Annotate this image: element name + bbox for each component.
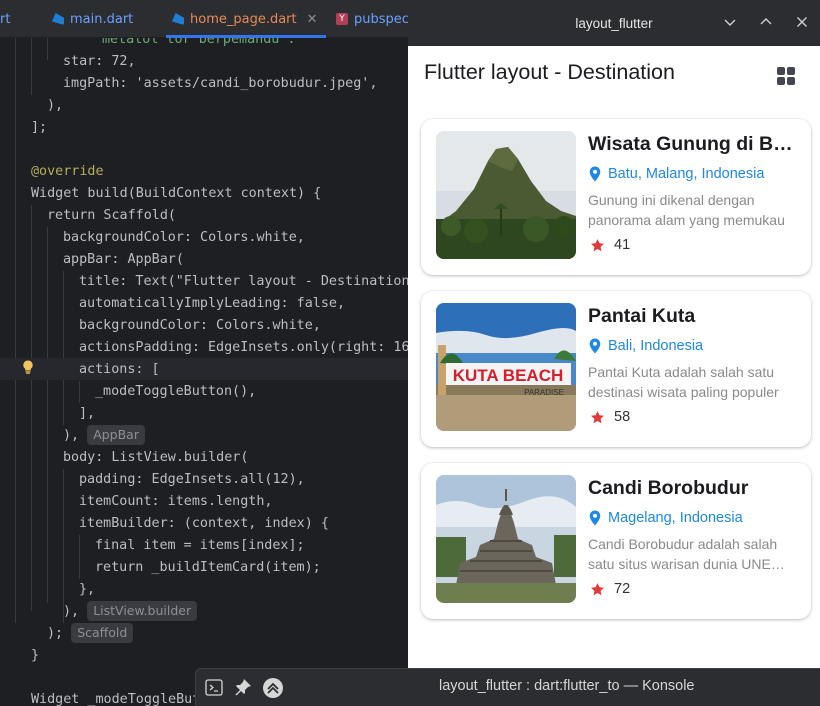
destination-image xyxy=(436,131,576,259)
destination-image: KUTA BEACH PARADISE xyxy=(436,303,576,431)
app-window: layout_flutter Flutter layout - Destinat… xyxy=(408,0,820,668)
code-line: padding: EdgeInsets.all(12), xyxy=(79,472,305,487)
inlay-hint: AppBar xyxy=(87,425,145,445)
pin-icon[interactable] xyxy=(233,677,255,699)
destination-location: Batu, Malang, Indonesia xyxy=(588,166,764,182)
indent-guide xyxy=(79,535,80,579)
tab-label: main.dart xyxy=(70,11,134,27)
code-line: body: ListView.builder( xyxy=(63,450,249,465)
close-icon[interactable]: ✕ xyxy=(307,12,318,27)
destination-location: Magelang, Indonesia xyxy=(588,510,743,526)
tab-label: pubspec xyxy=(354,11,409,27)
code-line: Widget build(BuildContext context) { xyxy=(31,186,322,201)
code-line: title: Text("Flutter layout - Destinatio… xyxy=(79,274,410,289)
code-line: ], xyxy=(79,406,96,421)
destination-name: Pantai Kuta xyxy=(588,305,696,327)
indent-guide xyxy=(47,38,48,60)
dart-file-icon xyxy=(172,13,184,25)
star-icon xyxy=(591,582,604,595)
code-line: _modeToggleButton(), xyxy=(95,384,257,399)
code-line: itemCount: items.length, xyxy=(79,494,273,509)
inlay-hint: Scaffold xyxy=(71,623,134,643)
grid-view-icon[interactable] xyxy=(777,67,795,85)
close-icon[interactable] xyxy=(794,14,810,30)
indent-guide xyxy=(63,271,64,425)
code-line: metatol tor berpemandu . xyxy=(102,38,296,47)
indent-guide xyxy=(31,205,32,611)
tab-label: home_page.dart xyxy=(190,11,297,27)
yaml-file-icon: Y xyxy=(336,13,348,25)
star-icon xyxy=(591,238,604,251)
code-line: ); Scaffold xyxy=(47,623,134,645)
chevron-down-icon[interactable] xyxy=(722,14,738,30)
destination-location: Bali, Indonesia xyxy=(588,338,703,354)
image-text: KUTA BEACH xyxy=(453,366,564,385)
code-line: actions: [ xyxy=(79,362,160,377)
star-icon xyxy=(591,410,604,423)
code-line: actionsPadding: EdgeInsets.only(right: 1… xyxy=(79,340,410,355)
window-title: layout_flutter xyxy=(575,15,653,31)
tab-prev-file[interactable]: rt xyxy=(0,0,10,38)
code-editor[interactable]: metatol tor berpemandu . star: 72, imgPa… xyxy=(0,38,410,706)
destination-name: Candi Borobudur xyxy=(588,477,749,499)
destination-rating: 41 xyxy=(590,237,630,253)
code-line: ), ListView.builder xyxy=(63,601,198,623)
code-line: imgPath: 'assets/candi_borobudur.jpeg', xyxy=(63,76,378,91)
location-pin-icon xyxy=(589,338,601,354)
konsole-window-bar[interactable]: layout_flutter : dart:flutter_to — Konso… xyxy=(195,668,820,706)
code-line: backgroundColor: Colors.white, xyxy=(63,230,305,245)
app-bar: Flutter layout - Destination xyxy=(408,46,820,104)
code-line: backgroundColor: Colors.white, xyxy=(79,318,321,333)
code-line: return _buildItemCard(item); xyxy=(95,560,321,575)
window-titlebar[interactable]: layout_flutter xyxy=(408,0,820,46)
chevron-up-icon[interactable] xyxy=(758,14,774,30)
tab-main-dart[interactable]: main.dart xyxy=(52,0,133,38)
destination-image xyxy=(436,475,576,603)
indent-guide xyxy=(63,469,64,623)
code-line: Widget _modeToggleBut xyxy=(31,692,201,706)
tab-label: rt xyxy=(0,11,11,27)
code-line: ), AppBar xyxy=(63,425,145,447)
destination-card[interactable]: Candi Borobudur Magelang, Indonesia Cand… xyxy=(421,463,811,619)
code-line: return Scaffold( xyxy=(47,208,176,223)
code-line: automaticallyImplyLeading: false, xyxy=(79,296,346,311)
code-line: itemBuilder: (context, index) { xyxy=(79,516,329,531)
tab-home-page-dart[interactable]: home_page.dart ✕ xyxy=(166,0,326,38)
destination-rating: 58 xyxy=(590,409,630,425)
dart-file-icon xyxy=(52,13,64,25)
indent-guide xyxy=(31,38,32,95)
indent-guide xyxy=(79,381,80,403)
code-line: @override xyxy=(31,164,104,179)
code-line: ]; xyxy=(31,120,48,135)
destination-card[interactable]: Wisata Gunung di Batu Batu, Malang, Indo… xyxy=(421,119,811,275)
destination-name: Wisata Gunung di Batu xyxy=(588,133,798,155)
tab-pubspec[interactable]: Y pubspec xyxy=(336,0,409,38)
destination-description: Pantai Kuta adalah salah satu destinasi … xyxy=(588,364,779,400)
indent-guide xyxy=(15,38,16,623)
code-line: } xyxy=(31,648,40,663)
destination-description: Candi Borobudur adalah salah satu situs … xyxy=(588,536,786,572)
code-line: star: 72, xyxy=(63,54,136,69)
indent-guide xyxy=(47,227,48,603)
code-line: ), xyxy=(47,98,64,113)
inlay-hint: ListView.builder xyxy=(87,601,198,621)
destination-description: Gunung ini dikenal dengan panorama alam … xyxy=(588,192,785,228)
page-title: Flutter layout - Destination xyxy=(424,60,675,84)
destination-card[interactable]: KUTA BEACH PARADISE Pantai Kuta Bali, In… xyxy=(421,291,811,447)
keep-above-icon[interactable] xyxy=(262,677,284,699)
code-line: appBar: AppBar( xyxy=(63,252,184,267)
caret-line-highlight xyxy=(0,358,410,380)
destination-rating: 72 xyxy=(590,581,630,597)
lightbulb-icon[interactable] xyxy=(22,360,34,374)
konsole-title: layout_flutter : dart:flutter_to — Konso… xyxy=(439,678,695,694)
terminal-icon[interactable] xyxy=(204,677,226,699)
code-line: final item = items[index]; xyxy=(95,538,305,553)
location-pin-icon xyxy=(589,510,601,526)
code-line: }, xyxy=(79,582,96,597)
image-subtext: PARADISE xyxy=(524,388,564,397)
location-pin-icon xyxy=(589,166,601,182)
